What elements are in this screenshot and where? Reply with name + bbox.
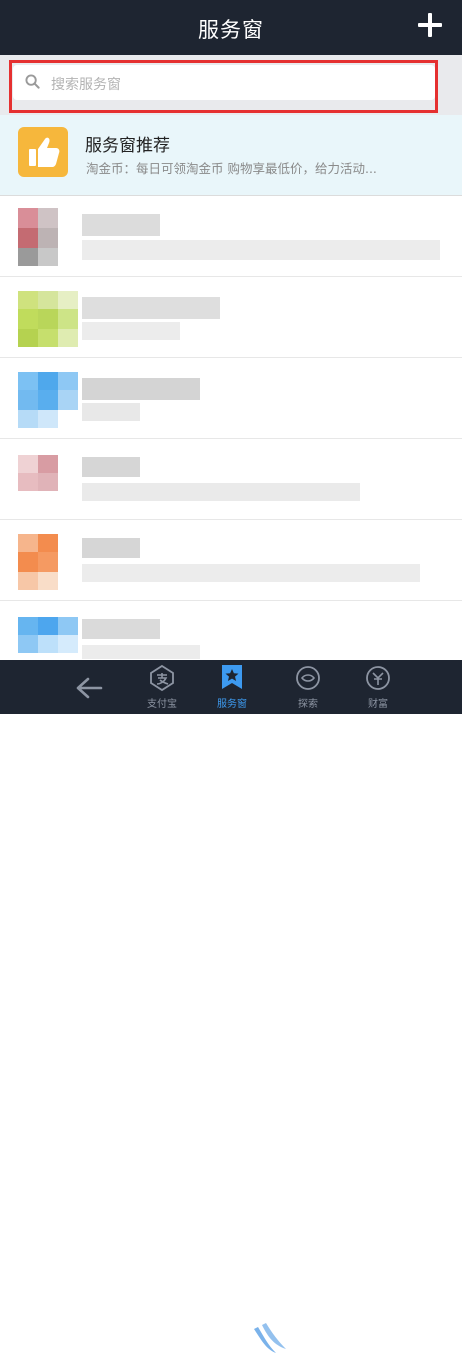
title-placeholder xyxy=(82,378,200,400)
avatar-cell xyxy=(18,572,38,590)
avatar-cell xyxy=(38,228,58,248)
avatar-cell xyxy=(18,390,38,410)
top-bar: 服务窗 xyxy=(0,0,462,55)
title-placeholder xyxy=(82,619,160,639)
avatar xyxy=(18,532,78,590)
page-title: 服务窗 xyxy=(198,18,264,42)
avatar-cell xyxy=(18,552,38,572)
recommend-title: 服务窗推荐 xyxy=(85,136,170,156)
list-item[interactable] xyxy=(0,520,462,601)
service-list xyxy=(0,196,462,682)
tab-service-window-label: 服务窗 xyxy=(217,699,247,710)
avatar-cell xyxy=(18,372,38,390)
tab-explore[interactable]: 探索 xyxy=(282,660,334,714)
list-item[interactable] xyxy=(0,196,462,277)
avatar-cell xyxy=(38,534,58,552)
tab-alipay[interactable]: 支付宝 xyxy=(136,660,188,714)
tab-service-window[interactable]: 服务窗 xyxy=(206,660,258,714)
avatar xyxy=(18,370,78,428)
avatar-cell xyxy=(38,473,58,491)
avatar-cell xyxy=(38,372,58,390)
avatar-cell xyxy=(58,372,78,390)
avatar xyxy=(18,451,78,509)
avatar xyxy=(18,208,78,266)
avatar-cell xyxy=(38,572,58,590)
avatar-cell xyxy=(38,291,58,309)
avatar-cell xyxy=(18,455,38,473)
avatar-cell xyxy=(38,309,58,329)
recommend-item[interactable]: 服务窗推荐 淘金币：每日可领淘金币 购物享最低价，给力活动... xyxy=(0,115,462,196)
search-area: 搜索服务窗 xyxy=(0,55,462,115)
avatar-cell xyxy=(38,617,58,635)
title-placeholder xyxy=(82,538,140,558)
avatar-cell xyxy=(18,617,38,635)
avatar-cell xyxy=(58,309,78,329)
title-placeholder xyxy=(82,297,220,319)
avatar-cell xyxy=(38,248,58,266)
tab-alipay-label: 支付宝 xyxy=(147,699,177,710)
avatar-cell xyxy=(58,291,78,309)
wealth-icon xyxy=(366,666,390,690)
back-arrow-icon[interactable] xyxy=(75,676,103,700)
avatar-cell xyxy=(58,329,78,347)
list-item[interactable] xyxy=(0,439,462,520)
avatar-cell xyxy=(38,390,58,410)
avatar-cell xyxy=(18,291,38,309)
title-placeholder xyxy=(82,457,140,477)
tab-explore-label: 探索 xyxy=(298,699,318,710)
avatar-cell xyxy=(38,455,58,473)
explore-icon xyxy=(296,666,320,690)
avatar-cell xyxy=(38,552,58,572)
highlight-box xyxy=(9,60,438,113)
avatar-cell xyxy=(38,410,58,428)
avatar-cell xyxy=(18,309,38,329)
desc-placeholder xyxy=(82,403,140,421)
desc-placeholder xyxy=(82,483,360,501)
desc-placeholder xyxy=(82,645,200,659)
avatar-cell xyxy=(18,534,38,552)
add-icon[interactable] xyxy=(418,13,442,37)
title-placeholder xyxy=(82,214,160,236)
avatar-cell xyxy=(58,390,78,410)
alipay-icon xyxy=(150,664,174,692)
avatar-cell xyxy=(58,617,78,635)
service-star-icon xyxy=(222,665,242,689)
bottom-tab-bar: 支付宝 服务窗 探索 财富 Baidu经验 jingyan.baidu.com xyxy=(0,660,462,1361)
avatar-cell xyxy=(18,473,38,491)
avatar-cell xyxy=(18,248,38,266)
avatar-cell xyxy=(38,329,58,347)
avatar xyxy=(18,289,78,347)
avatar-cell xyxy=(18,635,38,653)
avatar-cell xyxy=(38,208,58,228)
avatar-cell xyxy=(58,635,78,653)
baidu-paw-icon xyxy=(254,1323,286,1353)
tab-wealth[interactable]: 财富 xyxy=(352,660,404,714)
tab-wealth-label: 财富 xyxy=(368,699,388,710)
avatar-cell xyxy=(18,329,38,347)
avatar-cell xyxy=(18,410,38,428)
list-item[interactable] xyxy=(0,277,462,358)
watermark-url: jingyan.baidu.com xyxy=(320,1350,413,1361)
recommend-desc: 淘金币：每日可领淘金币 购物享最低价，给力活动... xyxy=(86,161,377,176)
avatar-cell xyxy=(18,208,38,228)
list-item[interactable] xyxy=(0,358,462,439)
avatar-cell xyxy=(18,228,38,248)
desc-placeholder xyxy=(82,240,440,260)
desc-placeholder xyxy=(82,564,420,582)
avatar-cell xyxy=(38,635,58,653)
desc-placeholder xyxy=(82,322,180,340)
thumbs-up-icon xyxy=(18,127,68,177)
